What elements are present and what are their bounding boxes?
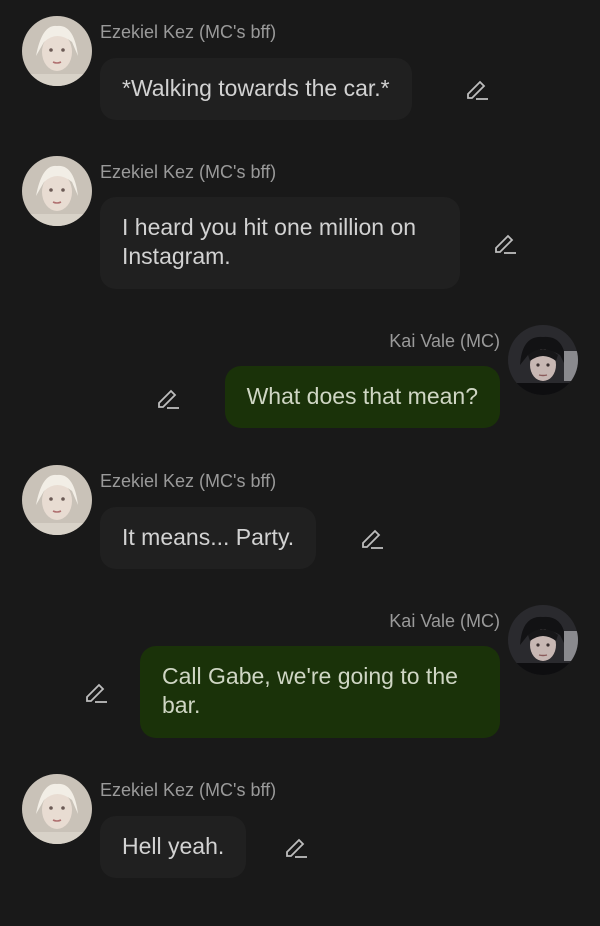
avatar[interactable] [22,774,92,844]
sender-name: Ezekiel Kez (MC's bff) [100,780,277,800]
message-bubble: It means... Party. [100,507,317,569]
pencil-edit-icon[interactable] [155,385,181,411]
avatar[interactable] [508,325,578,395]
avatar[interactable] [22,465,92,535]
avatar[interactable] [508,605,578,675]
pencil-edit-icon[interactable] [359,525,385,551]
sender-name: Ezekiel Kez (MC's bff) [100,22,277,42]
message-bubble: What does that mean? [224,366,500,428]
pencil-edit-icon[interactable] [83,679,109,705]
message-bubble: I heard you hit one million on Instagram… [100,197,460,289]
pencil-edit-icon[interactable] [464,76,490,102]
message-bubble: *Walking towards the car.* [100,58,412,120]
sender-name: Kai Vale (MC) [389,611,500,631]
pencil-edit-icon[interactable] [283,834,309,860]
avatar[interactable] [22,156,92,226]
avatar[interactable] [22,16,92,86]
message-bubble: Hell yeah. [100,816,247,878]
message-bubble: Call Gabe, we're going to the bar. [140,646,500,738]
sender-name: Ezekiel Kez (MC's bff) [100,162,277,182]
pencil-edit-icon[interactable] [492,230,518,256]
sender-name: Ezekiel Kez (MC's bff) [100,471,277,491]
sender-name: Kai Vale (MC) [389,331,500,351]
